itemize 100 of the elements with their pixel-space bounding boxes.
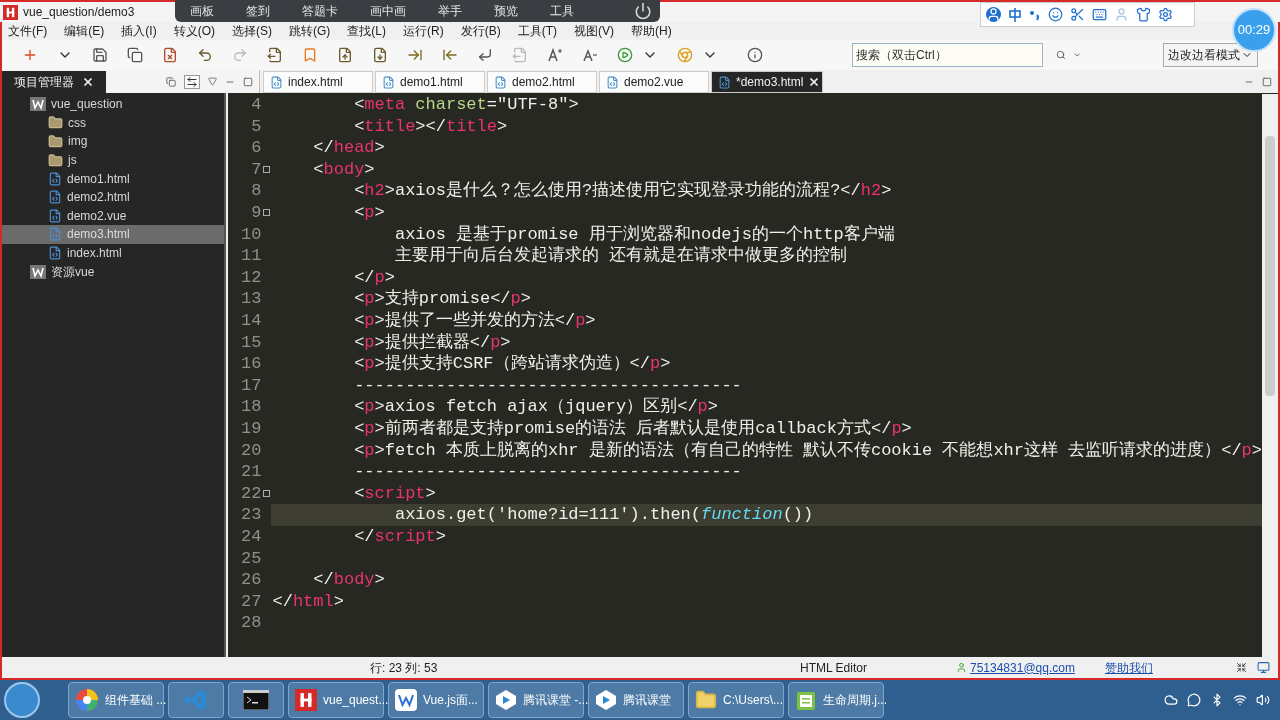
power-icon[interactable] (634, 2, 652, 20)
classroom-tool[interactable]: 答题卡 (302, 2, 338, 20)
cloud-icon[interactable] (1164, 693, 1178, 707)
info-icon[interactable] (747, 47, 763, 63)
menu-item[interactable]: 发行(B) (460, 22, 501, 40)
avatar-icon[interactable] (986, 7, 1001, 22)
start-button[interactable] (4, 682, 40, 718)
editor-tab[interactable]: demo2.vue (599, 71, 709, 93)
menu-item[interactable]: 插入(I) (121, 22, 157, 40)
editor-tab[interactable]: index.html (263, 71, 373, 93)
tree-item[interactable]: demo1.html (2, 169, 224, 188)
classroom-tool[interactable]: 预览 (494, 2, 518, 20)
tree-item[interactable]: css (2, 113, 224, 133)
menu-item[interactable]: 工具(T) (517, 22, 557, 40)
taskbar-button[interactable]: 腾讯课堂 (588, 682, 684, 718)
code-line: <meta charset="UTF-8"> (353, 94, 580, 116)
menu-item[interactable]: 帮助(H) (631, 22, 672, 40)
outdent-icon[interactable] (442, 47, 458, 63)
emoji-icon[interactable] (1048, 7, 1063, 22)
link-editor-icon[interactable] (184, 74, 200, 89)
line-number: 28 (241, 612, 262, 635)
project-icon (30, 264, 46, 279)
tree-item[interactable]: js (2, 150, 224, 170)
menu-item[interactable]: 运行(R) (403, 22, 444, 40)
tree-item[interactable]: index.html (2, 243, 224, 263)
close-file-icon[interactable] (162, 47, 178, 63)
dropdown-icon[interactable] (208, 77, 217, 86)
menu-item[interactable]: 选择(S) (232, 22, 272, 40)
save-icon[interactable] (92, 47, 108, 63)
fold-marker-icon[interactable] (262, 490, 270, 497)
settings-icon[interactable] (1158, 7, 1173, 22)
user-icon (956, 662, 967, 673)
classroom-tool[interactable]: 举手 (438, 2, 462, 20)
collapse-icon[interactable] (166, 76, 176, 87)
line-number: 10 (241, 223, 262, 246)
font-smaller-icon[interactable] (582, 47, 598, 63)
punctuation-icon[interactable] (1029, 8, 1041, 21)
bookmark-icon[interactable] (302, 47, 318, 63)
run-icon[interactable] (617, 47, 633, 63)
volume-icon[interactable] (1256, 693, 1270, 707)
menu-item[interactable]: 编辑(E) (64, 22, 105, 40)
classroom-tool[interactable]: 画板 (190, 2, 214, 20)
tree-item[interactable]: 资源vue (2, 262, 224, 281)
keyboard-icon[interactable] (1092, 7, 1107, 22)
editor-tab[interactable]: demo2.html (487, 71, 597, 93)
menu-item[interactable]: 视图(V) (574, 22, 614, 40)
indent-icon[interactable] (407, 47, 423, 63)
taskbar-button[interactable]: Vue.js面... (388, 682, 484, 718)
undo-icon[interactable] (197, 47, 213, 63)
line-number: 20 (241, 439, 262, 462)
search-field[interactable]: 搜索（双击Ctrl） (852, 43, 1044, 67)
line-number: 13 (241, 288, 262, 311)
maximize-icon[interactable] (1262, 76, 1272, 87)
fold-marker-icon[interactable] (262, 209, 270, 217)
fold-marker-icon[interactable] (262, 166, 270, 174)
maximize-icon[interactable] (243, 76, 253, 87)
chat-icon[interactable] (1187, 693, 1201, 707)
tree-item[interactable]: demo2.vue (2, 206, 224, 226)
monitor-icon[interactable] (1257, 661, 1270, 674)
font-larger-icon[interactable] (547, 47, 563, 63)
signal-icon[interactable] (1233, 693, 1247, 707)
taskbar-button[interactable] (228, 682, 284, 718)
next-bookmark-icon[interactable] (372, 47, 388, 63)
tree-item[interactable]: img (2, 132, 224, 151)
tree-item[interactable]: demo3.html (2, 225, 224, 244)
restore-icon[interactable] (1236, 662, 1247, 673)
search-icon[interactable] (1056, 48, 1067, 62)
email-link[interactable]: 75134831@qq.com (970, 658, 1075, 677)
taskbar-button[interactable]: 生命周期.j... (788, 682, 884, 718)
taskbar-button[interactable]: 组件基础 ... (68, 682, 164, 718)
menu-item[interactable]: 转义(O) (173, 22, 215, 40)
close-icon[interactable] (808, 76, 821, 88)
classroom-tool[interactable]: 工具 (550, 2, 574, 20)
line-number: 23 (241, 504, 262, 527)
code-editor-icon (184, 688, 208, 712)
new-icon[interactable] (22, 47, 38, 63)
scissors-icon[interactable] (1070, 7, 1085, 22)
close-icon[interactable] (82, 76, 94, 88)
classroom-tool[interactable]: 签到 (246, 2, 270, 20)
previous-bookmark-icon[interactable] (337, 47, 353, 63)
save-all-icon[interactable] (127, 47, 143, 63)
wrap-icon[interactable] (477, 47, 493, 63)
code-line: <p>前两者都是支持promise的语法 后者默认是使用callback方式</p> (353, 417, 913, 440)
menu-item[interactable]: 文件(F) (8, 22, 48, 40)
editor-tab[interactable]: demo1.html (375, 71, 485, 93)
tree-item[interactable]: vue_question (2, 95, 224, 114)
menu-item[interactable]: 跳转(G) (289, 22, 331, 40)
panel-tab[interactable]: 项目管理器 (2, 71, 106, 93)
language-icon[interactable] (1008, 7, 1022, 22)
classroom-tool[interactable]: 画中画 (370, 2, 406, 20)
tree-item[interactable]: demo2.html (2, 187, 224, 207)
code-line: -------------------------------------- (353, 461, 743, 483)
sponsor-link[interactable]: 赞助我们 (1104, 658, 1153, 677)
taskbar-button[interactable]: C:\Users\... (688, 682, 784, 718)
format-icon[interactable] (267, 47, 283, 63)
shirt-icon[interactable] (1136, 7, 1151, 22)
code-line: <title></title> (353, 115, 509, 138)
scrollbar[interactable] (1262, 94, 1278, 657)
editor-tab[interactable]: *demo3.html (711, 71, 823, 93)
menu-item[interactable]: 查找(L) (347, 22, 386, 40)
